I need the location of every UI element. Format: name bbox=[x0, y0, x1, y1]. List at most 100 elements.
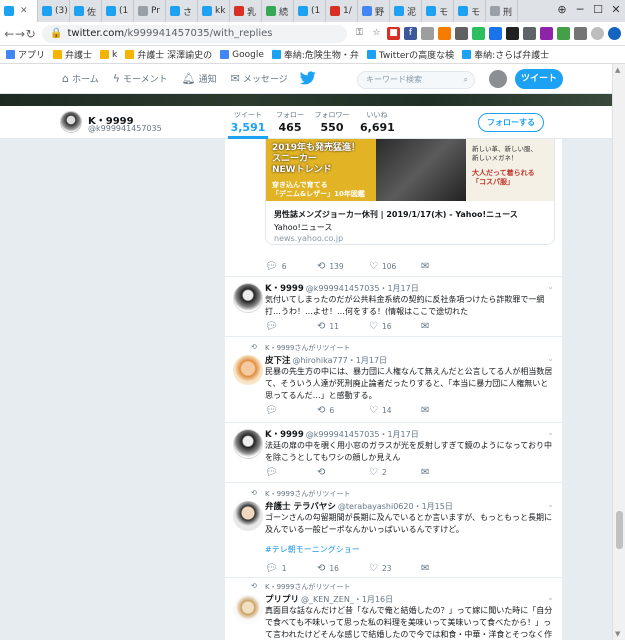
bookmark-item[interactable]: 奉納:さらば弁護士 bbox=[462, 48, 549, 61]
like-button[interactable]: ♡ 106 bbox=[369, 261, 421, 272]
tweet-item[interactable]: ⟲ K・9999さんがリツイート プリプリ @_KEN_ZEN_・1月16日 ⌄ 真… bbox=[225, 578, 562, 640]
browser-tab[interactable]: Pr bbox=[134, 0, 166, 22]
close-window-icon[interactable]: ✕ bbox=[607, 0, 625, 22]
follow-button[interactable]: フォローする bbox=[478, 113, 544, 132]
chevron-down-icon[interactable]: ⌄ bbox=[547, 593, 554, 602]
nav-moments[interactable]: ϟ モーメント bbox=[113, 72, 168, 85]
dm-button[interactable]: ✉ bbox=[421, 261, 473, 272]
reload-icon[interactable]: ↻ bbox=[25, 27, 36, 41]
tweet-author-name[interactable]: 皮下注 bbox=[265, 356, 291, 366]
bookmark-item[interactable]: 弁護士 深澤諭史の bbox=[125, 48, 212, 61]
reply-button[interactable]: 💬︎ bbox=[265, 321, 317, 332]
ext-gray2-icon[interactable] bbox=[455, 27, 469, 40]
browser-tab[interactable]: 野 bbox=[358, 0, 390, 22]
tweet-hashtag[interactable]: #テレ朝モーニングショー bbox=[265, 544, 555, 556]
profile-avatar[interactable] bbox=[60, 111, 82, 133]
scroll-thumb[interactable] bbox=[616, 511, 623, 549]
retweet-context-text[interactable]: K・9999さんがリツイート bbox=[265, 583, 350, 591]
forward-icon[interactable]: → bbox=[15, 27, 26, 41]
ext-blue-icon[interactable] bbox=[489, 27, 503, 40]
reply-button[interactable]: 💬︎ bbox=[265, 405, 317, 416]
user-avatar-icon[interactable] bbox=[591, 27, 605, 40]
scroll-up-icon[interactable]: ▲ bbox=[615, 66, 620, 74]
tweet-date[interactable]: ・1月17日 bbox=[379, 430, 418, 439]
tweet-date[interactable]: ・1月17日 bbox=[348, 356, 387, 365]
browser-tab[interactable]: モ bbox=[422, 0, 454, 22]
tweet-avatar[interactable] bbox=[233, 501, 263, 531]
tweet-date[interactable]: ・1月17日 bbox=[379, 284, 418, 293]
like-button[interactable]: ♡ 2 bbox=[369, 467, 421, 478]
ext-dark-icon[interactable] bbox=[506, 27, 520, 40]
minimize-icon[interactable]: ─ bbox=[571, 0, 589, 22]
tweet-item[interactable]: 2019年も発売猛進！ スニーカー NEWトレンド 穿き込んで育てる 「デニム&… bbox=[225, 139, 562, 277]
ext-orange-icon[interactable] bbox=[438, 27, 452, 40]
tweet-avatar[interactable] bbox=[233, 283, 263, 313]
scroll-down-icon[interactable]: ▼ bbox=[615, 630, 620, 638]
tweet-author-name[interactable]: K・9999 bbox=[265, 284, 304, 294]
link-card[interactable]: 2019年も発売猛進！ スニーカー NEWトレンド 穿き込んで育てる 「デニム&… bbox=[265, 139, 555, 245]
tweet-author-name[interactable]: 弁護士 テラバヤシ bbox=[265, 502, 336, 512]
stat-followers[interactable]: フォロワー 550 bbox=[313, 110, 351, 134]
browser-tab[interactable]: 続 bbox=[262, 0, 294, 22]
account-avatar[interactable] bbox=[489, 70, 507, 88]
tweet-avatar[interactable] bbox=[233, 594, 263, 624]
stat-tweets[interactable]: ツイート 3,591 bbox=[228, 110, 268, 139]
compose-tweet-button[interactable]: ツイート bbox=[515, 69, 563, 89]
retweet-button[interactable]: ⟲ 139 bbox=[317, 261, 369, 272]
chevron-down-icon[interactable]: ⌄ bbox=[547, 354, 554, 363]
bookmark-item[interactable]: k bbox=[100, 50, 117, 60]
browser-tab[interactable]: 乳 bbox=[230, 0, 262, 22]
back-icon[interactable]: ← bbox=[4, 27, 15, 41]
browser-tab[interactable]: ✕ bbox=[0, 0, 38, 22]
tweet-item[interactable]: K・9999 @k999941457035・1月17日 ⌄ 法廷の扉の中を覗く用小… bbox=[225, 423, 562, 483]
search-input[interactable]: キーワード検索 ⌕ bbox=[357, 71, 475, 89]
page-scrollbar[interactable]: ▲ ▼ bbox=[612, 64, 625, 640]
browser-tab[interactable]: 泥 bbox=[390, 0, 422, 22]
browser-tab[interactable]: (3) bbox=[38, 0, 70, 22]
reply-button[interactable]: 💬︎ 1 bbox=[265, 563, 317, 574]
like-button[interactable]: ♡ 23 bbox=[369, 563, 421, 574]
key-icon[interactable]: ⚿ bbox=[353, 27, 366, 40]
tweet-avatar[interactable] bbox=[233, 355, 263, 385]
stat-following[interactable]: フォロー 465 bbox=[273, 110, 307, 134]
browser-tab[interactable]: 刑 bbox=[486, 0, 518, 22]
tweet-item[interactable]: K・9999 @k999941457035・1月17日 ⌄ 気付いてしまったのだが… bbox=[225, 277, 562, 337]
browser-tab[interactable]: 佐 bbox=[70, 0, 102, 22]
tweet-item[interactable]: ⟲ K・9999さんがリツイート 皮下注 @hirohika777・1月17日 ⌄ … bbox=[225, 337, 562, 423]
reply-button[interactable]: 💬︎ bbox=[265, 467, 317, 478]
dm-button[interactable]: ✉ bbox=[421, 321, 473, 332]
dm-button[interactable]: ✉ bbox=[421, 405, 473, 416]
search-icon[interactable]: ⌕ bbox=[464, 72, 468, 88]
like-button[interactable]: ♡ 14 bbox=[369, 405, 421, 416]
retweet-context-text[interactable]: K・9999さんがリツイート bbox=[265, 344, 350, 352]
nav-notifications[interactable]: 🔔︎ 通知 bbox=[182, 72, 217, 85]
bookmark-item[interactable]: アプリ bbox=[6, 48, 45, 61]
tweet-avatar[interactable] bbox=[233, 429, 263, 459]
facebook-icon[interactable]: f bbox=[404, 27, 418, 40]
bookmark-star-icon[interactable]: ☆ bbox=[370, 27, 383, 40]
browser-tab[interactable]: さ bbox=[166, 0, 198, 22]
ext-flower-icon[interactable] bbox=[540, 27, 554, 40]
new-tab-icon[interactable]: ⊕ bbox=[553, 0, 571, 22]
address-bar[interactable]: 🔒 twitter.com/k999941457035/with_replies bbox=[42, 24, 348, 43]
ext-puzzle-icon[interactable] bbox=[523, 27, 537, 40]
browser-tab[interactable]: (1 bbox=[102, 0, 134, 22]
browser-tab[interactable]: 1/ bbox=[326, 0, 358, 22]
tweet-author-name[interactable]: プリプリ bbox=[265, 595, 299, 605]
tweet-item[interactable]: ⟲ K・9999さんがリツイート 弁護士 テラバヤシ @terabayashi062… bbox=[225, 483, 562, 578]
maximize-icon[interactable]: ☐ bbox=[589, 0, 607, 22]
chevron-down-icon[interactable]: ⌄ bbox=[547, 282, 554, 291]
bookmark-item[interactable]: Google bbox=[220, 50, 264, 60]
bookmark-item[interactable]: Twitterの高度な検 bbox=[366, 48, 454, 61]
stat-likes[interactable]: いいね 6,691 bbox=[360, 110, 395, 134]
close-tab-icon[interactable]: ✕ bbox=[20, 6, 28, 16]
nav-messages[interactable]: ✉ メッセージ bbox=[231, 72, 288, 85]
dm-button[interactable]: ✉ bbox=[421, 467, 473, 478]
bookmark-item[interactable]: 奉納:危険生物・弁 bbox=[271, 48, 359, 61]
nav-home[interactable]: ⌂ ホーム bbox=[62, 72, 99, 85]
reply-button[interactable]: 💬︎ 6 bbox=[265, 261, 317, 272]
retweet-button[interactable]: ⟲ 11 bbox=[317, 321, 369, 332]
tweet-author-name[interactable]: K・9999 bbox=[265, 430, 304, 440]
retweet-button[interactable]: ⟲ bbox=[317, 467, 369, 478]
browser-tab[interactable]: kk bbox=[198, 0, 230, 22]
